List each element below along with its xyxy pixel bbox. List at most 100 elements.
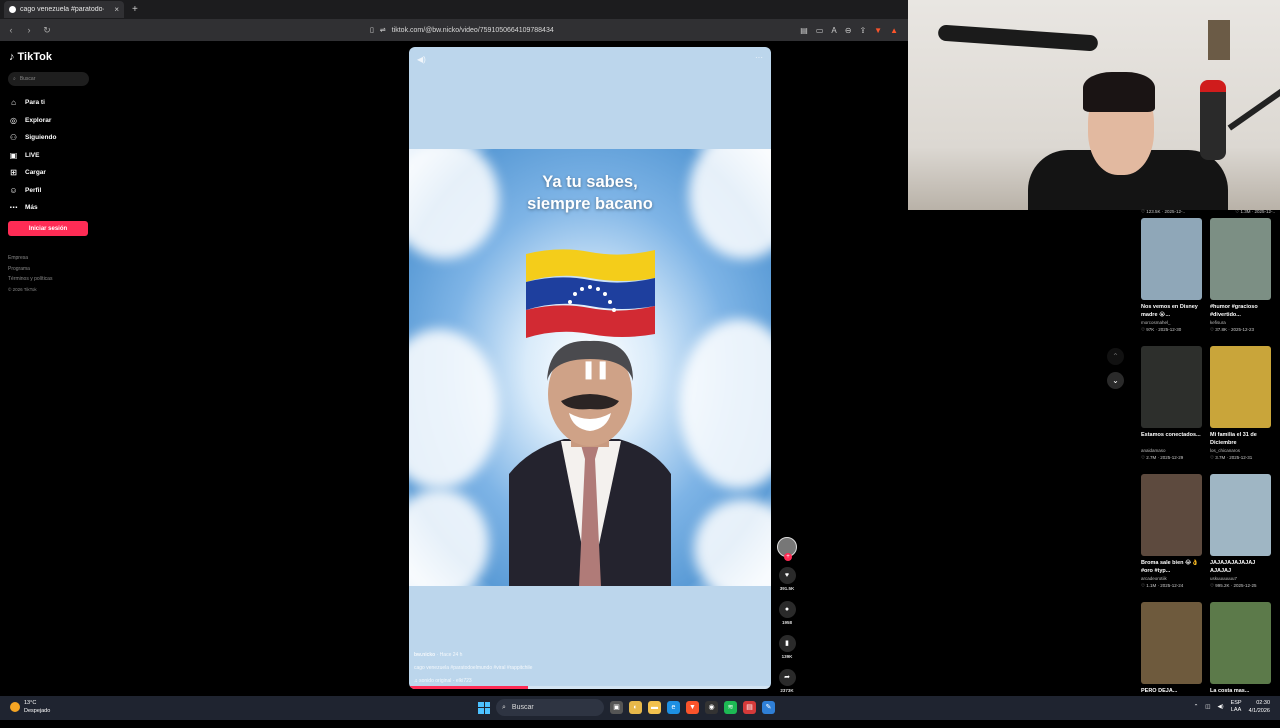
related-user[interactable]: los_chicanaros [1210,447,1271,454]
related-user[interactable]: arcadeorotiik [1141,575,1202,582]
previous-video-button[interactable]: ⌃ [1107,348,1124,365]
next-video-button[interactable]: ⌄ [1107,372,1124,389]
related-thumbnail[interactable] [1210,474,1271,556]
related-user[interactable]: anaidamaso [1141,447,1202,454]
cast-icon[interactable]: ▭ [816,26,824,35]
brave-shield-icon[interactable]: ▼ [874,26,882,35]
tiktok-logo[interactable]: ♪ TikTok [9,51,52,63]
video-author[interactable]: bw.nicko [414,652,435,658]
sidebar-item-label: LIVE [25,151,40,159]
forward-icon[interactable]: › [24,25,34,35]
related-video-card[interactable]: Mi familia el 31 de Diciembre los_chicana… [1210,346,1271,472]
url-field[interactable]: ▯ ⇌ tiktok.com/@bw.nicko/video/759105066… [370,22,792,38]
related-videos: ♡ 123.5K · 2025-12-.. ♡ 1.3M · 2025-12-.… [1141,206,1275,728]
pause-icon[interactable]: ❚❚ [581,359,610,380]
search-input[interactable]: ⌕ Buscar [8,72,89,86]
sidebar-item-live[interactable]: ▣ LIVE [9,147,56,165]
video-description: cago venezuela #paratodoelmundo #viral #… [414,665,533,671]
reader-icon[interactable]: ▤ [800,26,808,35]
related-video-card[interactable]: Estamos conectados... anaidamaso ♡ 2.7M · … [1141,346,1202,472]
video-player[interactable]: ◀) ··· Ya tu sabes, siempre bacano ❚❚ bw… [409,47,771,689]
reload-icon[interactable]: ↻ [42,25,52,36]
sidebar-item-label: Perfil [25,186,42,194]
site-info-icon[interactable]: ⇌ [380,26,386,34]
weather-sun-icon [10,702,20,712]
related-video-card[interactable]: #humor #gracioso #divertido... kefisura ♡ … [1210,218,1271,344]
share-icon[interactable]: ⇪ [859,26,866,35]
like-button[interactable]: ♥ [778,567,796,584]
related-user[interactable]: morcosmahel_ [1141,319,1202,326]
related-thumbnail[interactable] [1141,602,1202,684]
weather-widget[interactable]: 13°C Despejado [10,699,50,715]
related-thumbnail[interactable] [1141,474,1202,556]
sidebar-item-para-ti[interactable]: ⌂ Para ti [9,94,56,112]
app-blue-icon[interactable]: ✎ [762,701,775,714]
sidebar-item-mas[interactable]: ⋯ Más [9,199,56,217]
spotify-icon[interactable]: ≋ [724,701,737,714]
url-text: tiktok.com/@bw.nicko/video/7591050664109… [391,26,554,34]
related-video-card[interactable]: Broma sale bien 😂👌 #oro #typ... arcadeoro… [1141,474,1202,600]
footer-copyright: © 2026 TikTok [8,286,37,292]
related-thumbnail[interactable] [1210,218,1271,300]
sidebar-item-perfil[interactable]: ☺ Perfil [9,182,56,200]
sidebar-item-explorar[interactable]: ◎ Explorar [9,112,56,130]
follow-plus-icon[interactable]: + [784,553,792,561]
related-stats: ♡ 123.5K · 2025-12-.. [1141,209,1186,214]
comment-button[interactable]: ● [778,601,796,618]
related-thumbnail[interactable] [1141,346,1202,428]
obs-icon[interactable]: ◉ [705,701,718,714]
windows-start-icon[interactable] [478,701,490,714]
volume-icon[interactable]: ◀) [417,55,426,64]
wall-picture [1208,20,1230,60]
footer-link-programa[interactable]: Programa [8,264,52,275]
creator-avatar[interactable]: + [777,537,797,561]
network-icon[interactable]: ◫ [1205,704,1210,710]
zoom-icon[interactable]: ⊖ [845,26,852,35]
save-button[interactable]: ▮ [778,635,796,652]
translate-icon[interactable]: A [831,26,836,35]
related-thumbnail[interactable] [1141,218,1202,300]
share-button[interactable]: ➦ [778,669,796,686]
footer-link-empresa[interactable]: Empresa [8,253,52,264]
more-options-icon[interactable]: ··· [755,53,763,62]
share-count: 2373K [780,688,794,693]
tray-chevron-icon[interactable]: ⌃ [1194,704,1199,710]
related-stats: ♡ 1.1M · 2025-12-24 [1141,583,1184,588]
sidebar-item-cargar[interactable]: ⊞ Cargar [9,164,56,182]
tab-strip: cago venezuela #paratodo· × + [0,0,908,19]
widgets-icon[interactable]: ◐ [629,701,642,714]
related-thumbnail[interactable] [1210,346,1271,428]
login-button[interactable]: Iniciar sesión [8,221,88,236]
related-user[interactable]: kefisura [1210,319,1271,326]
save-count: 139K [781,654,793,659]
new-tab-button[interactable]: + [132,4,138,15]
related-thumbnail[interactable] [1210,602,1271,684]
browser-tab[interactable]: cago venezuela #paratodo· × [4,1,124,18]
close-tab-icon[interactable]: × [114,5,119,14]
taskbar-search[interactable]: ⌕ Buscar [496,699,604,716]
related-video-card[interactable]: JAJAJAJAJAJAJ AJAJAJ uskuuuuuuu7 ♡ 995.2K … [1210,474,1271,600]
clock[interactable]: 02:30 4/1/2026 [1249,699,1270,715]
garland-decoration [937,24,1099,52]
back-icon[interactable]: ‹ [6,25,16,35]
volume-tray-icon[interactable]: ◀) [1218,704,1224,710]
sidebar-item-siguiendo[interactable]: ⚇ Siguiendo [9,129,57,147]
weather-temp: 13°C [24,700,37,706]
brave-icon[interactable]: ▼ [686,701,699,714]
video-caption: Ya tu sabes, siempre bacano [409,171,771,215]
file-explorer-icon[interactable]: ▬ [648,701,661,714]
video-progress-bar[interactable] [409,686,771,689]
language-indicator[interactable]: ESP LAA [1231,700,1242,714]
bookmark-icon[interactable]: ▯ [370,26,374,34]
tiktok-favicon-icon [9,6,16,13]
more-icon: ⋯ [9,203,18,213]
related-video-card[interactable]: Nos vemos en Disney madre 😭... morcosmahe… [1141,218,1202,344]
app-red-icon[interactable]: ▤ [743,701,756,714]
edge-icon[interactable]: e [667,701,680,714]
related-stats: ♡ 1.3M · 2025-12-.. [1235,209,1275,214]
related-user[interactable]: uskuuuuuuu7 [1210,575,1271,582]
related-stats: ♡ 3.7M · 2025-12-31 [1210,455,1253,460]
task-view-icon[interactable]: ▣ [610,701,623,714]
brave-rewards-icon[interactable]: ▲ [890,26,898,35]
footer-link-terminos[interactable]: Términos y políticas [8,274,52,285]
